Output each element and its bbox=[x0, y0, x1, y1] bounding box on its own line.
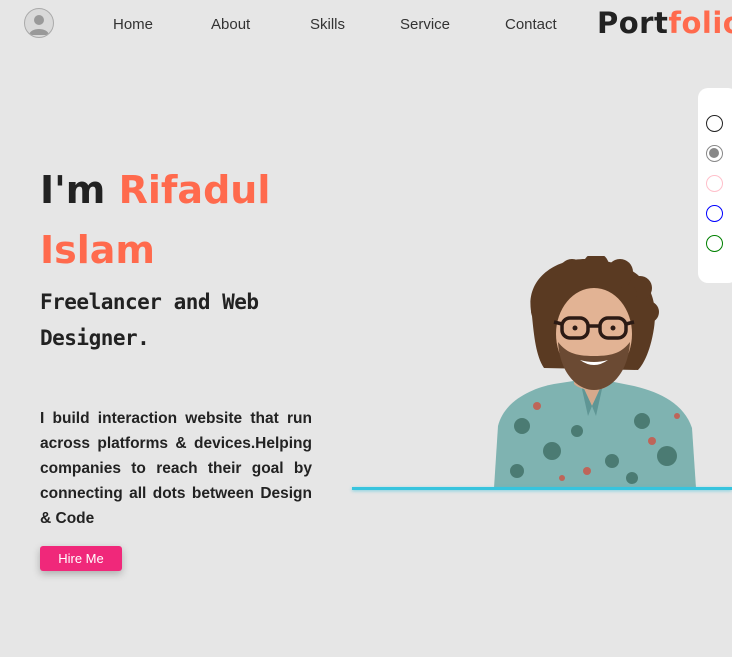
user-avatar-icon[interactable] bbox=[24, 8, 54, 38]
theme-swatch-pink[interactable] bbox=[706, 175, 723, 192]
hero-divider-line bbox=[352, 487, 732, 490]
hero-greeting: I'm bbox=[40, 168, 119, 212]
theme-swatch-black[interactable] bbox=[706, 115, 723, 132]
logo-part-2: folio bbox=[668, 6, 732, 40]
hero-name-last: Islam bbox=[40, 228, 156, 272]
hire-me-button[interactable]: Hire Me bbox=[40, 546, 122, 571]
theme-swatch-green[interactable] bbox=[706, 235, 723, 252]
profile-photo bbox=[494, 256, 696, 488]
nav-link-service[interactable]: Service bbox=[400, 16, 450, 33]
theme-color-panel bbox=[698, 88, 732, 283]
portfolio-logo[interactable]: Portfolio bbox=[597, 6, 732, 40]
nav-link-about[interactable]: About bbox=[211, 16, 250, 33]
nav-link-contact[interactable]: Contact bbox=[505, 16, 557, 33]
hero-name-first: Rifadul bbox=[118, 168, 271, 212]
hero-intro: I build interaction website that run acr… bbox=[40, 410, 312, 527]
logo-part-1: Port bbox=[597, 6, 669, 40]
hero-subtitle: Freelancer and Web Designer. bbox=[40, 290, 259, 350]
theme-swatch-blue[interactable] bbox=[706, 205, 723, 222]
hero-headline: I'm Rifadul Islam bbox=[40, 160, 320, 280]
theme-swatch-gray[interactable] bbox=[706, 145, 723, 162]
nav-link-home[interactable]: Home bbox=[113, 16, 153, 33]
nav-link-skills[interactable]: Skills bbox=[310, 16, 345, 33]
